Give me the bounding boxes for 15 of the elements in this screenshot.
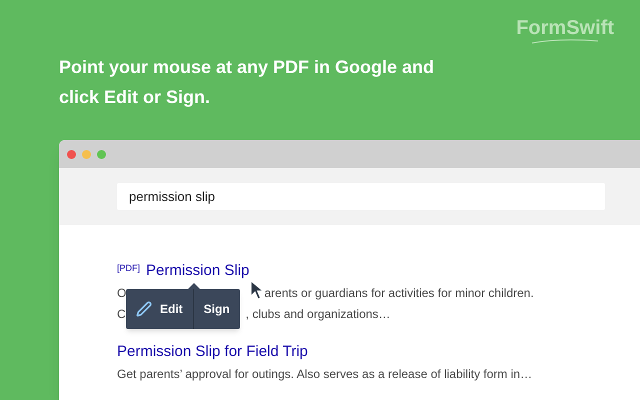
edit-button[interactable]: Edit [126,289,193,329]
result-title-link[interactable]: Permission Slip [146,260,250,282]
mouse-cursor-icon [250,280,264,300]
headline: Point your mouse at any PDF in Google and click Edit or Sign. [59,56,436,109]
pdf-tag: [PDF] [117,262,140,276]
logo: FormSwift [516,18,614,52]
result-snippet: C [117,306,126,322]
result-snippet: Get parents’ approval for outings. Also serves as a release of liability form in… [117,366,532,382]
result-title-link[interactable]: Permission Slip for Field Trip [117,341,308,364]
pen-icon [136,301,152,317]
sign-button[interactable]: Sign [192,289,240,329]
search-field[interactable]: permission slip [117,183,605,210]
result-snippet: , clubs and organizations… [246,306,390,322]
result-snippet: arents or guardians for activities for minor children. [264,284,534,302]
result-snippet: O [117,284,126,302]
